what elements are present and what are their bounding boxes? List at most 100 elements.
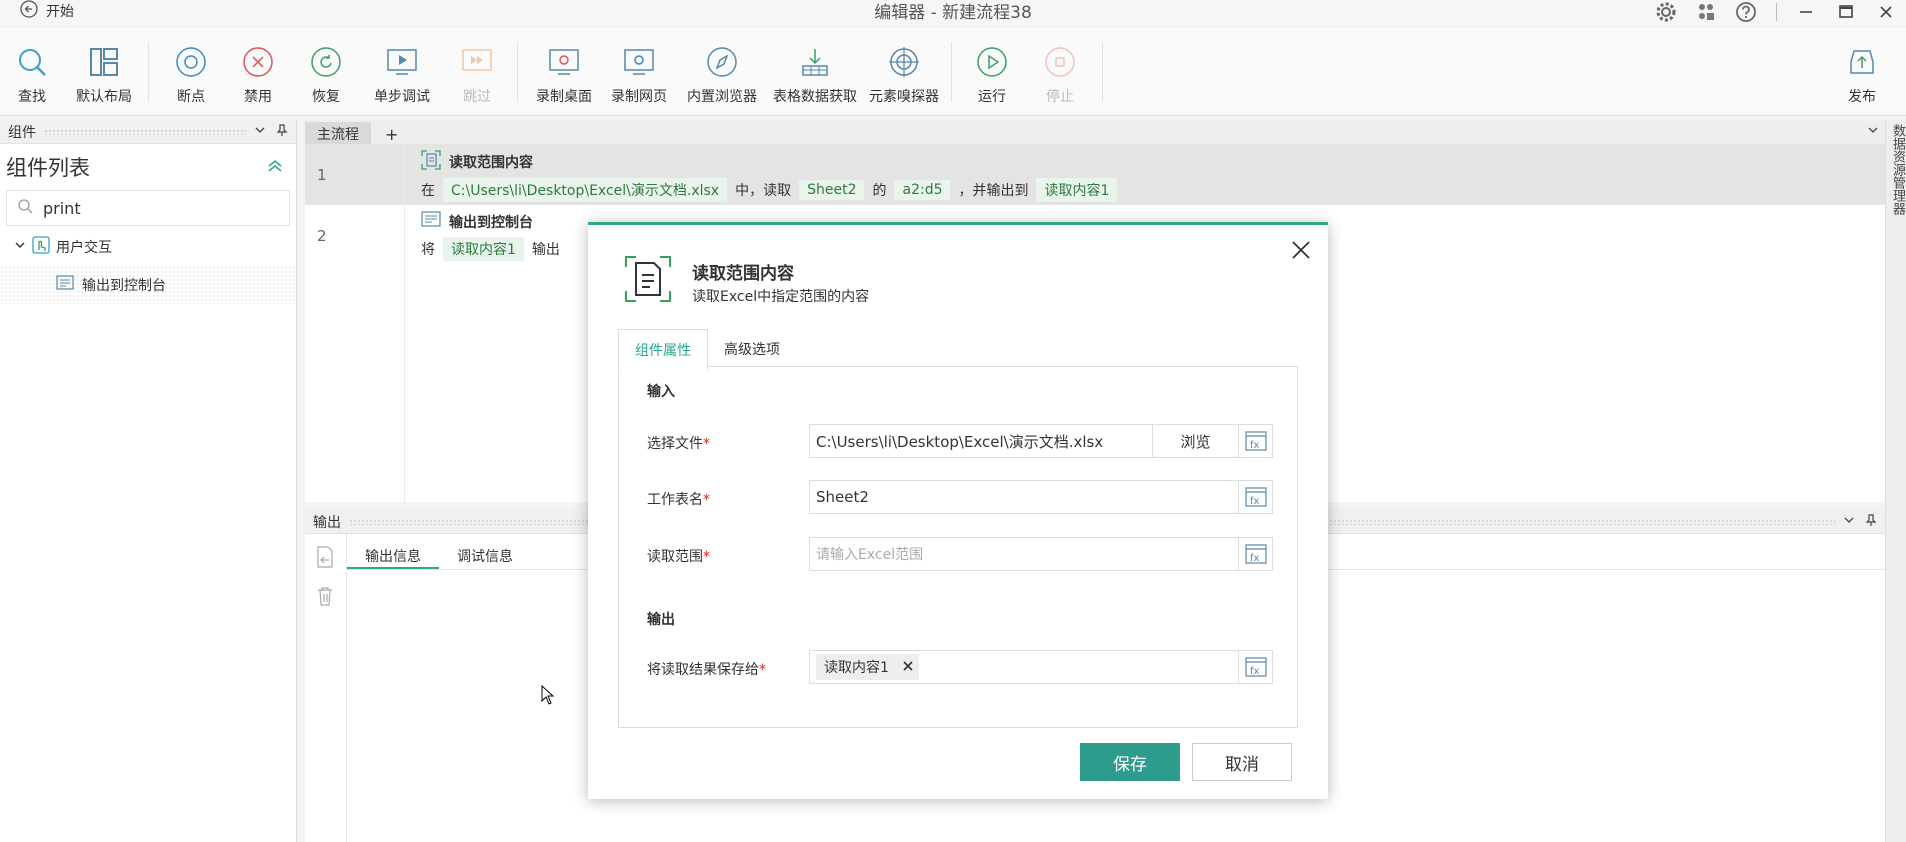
default-layout-button[interactable]: 默认布局 [68, 44, 140, 106]
save-button[interactable]: 保存 [1080, 743, 1180, 781]
flow-step-row[interactable]: 1 读取范围内容 在 C:\Users\li\Desktop\Excel\演示文… [305, 144, 1885, 205]
tab-component-properties[interactable]: 组件属性 [618, 329, 708, 371]
title-bar: 开始 编辑器 - 新建流程38 [0, 0, 1906, 26]
chevron-down-icon[interactable] [1861, 124, 1885, 144]
record-web-icon [621, 44, 657, 80]
range-label: 读取范围* [647, 549, 710, 565]
step-debug-button[interactable]: 单步调试 [366, 44, 438, 106]
minimize-icon[interactable] [1786, 0, 1826, 24]
titlebar-divider [1766, 0, 1786, 24]
output-header-label: 输出 [313, 514, 341, 531]
file-path-chip: C:\Users\li\Desktop\Excel\演示文档.xlsx [443, 178, 728, 202]
run-icon [974, 44, 1010, 80]
step-title: 输出到控制台 [449, 215, 533, 231]
element-sniffer-button[interactable]: 元素嗅探器 [868, 44, 940, 106]
settings-icon[interactable] [1646, 0, 1686, 24]
tree-group-user-interaction[interactable]: 用户交互 [0, 228, 296, 266]
restore-button[interactable]: 恢复 [290, 44, 362, 106]
chevron-down-icon [14, 239, 26, 255]
data-explorer-strip[interactable]: 数据资源管理器 [1885, 120, 1906, 842]
step-debug-icon [384, 44, 420, 80]
range-field[interactable]: 请输入Excel范围 fx [809, 537, 1273, 571]
disable-button[interactable]: 禁用 [222, 44, 294, 106]
svg-text:fx: fx [1250, 440, 1260, 451]
plugin-icon[interactable] [1686, 0, 1726, 24]
window-title: 编辑器 - 新建流程38 [874, 3, 1032, 23]
toolbar-divider [148, 42, 149, 102]
pin-icon[interactable] [276, 123, 288, 140]
var-chip: 读取内容1 [443, 237, 524, 261]
component-panel: 组件 组件列表 print 用户交互 输出到控制台 [0, 120, 297, 842]
output-sidebar [305, 534, 347, 842]
cancel-button[interactable]: 取消 [1192, 743, 1292, 781]
line-gutter [305, 266, 405, 502]
trash-icon[interactable] [316, 586, 346, 610]
save-to-field[interactable]: 读取内容1 fx [809, 650, 1273, 684]
table-data-button[interactable]: 表格数据获取 [773, 44, 857, 106]
builtin-browser-button[interactable]: 内置浏览器 [686, 44, 758, 106]
sheet-chip: Sheet2 [799, 180, 865, 200]
disable-icon [240, 44, 276, 80]
maximize-icon[interactable] [1826, 0, 1866, 24]
chevron-down-icon[interactable] [254, 124, 266, 140]
table-data-icon [797, 44, 833, 80]
export-log-icon[interactable] [315, 546, 346, 572]
svg-text:fx: fx [1250, 553, 1260, 564]
file-value: C:\Users\li\Desktop\Excel\演示文档.xlsx [816, 432, 1104, 451]
editor-tabs: 主流程 + [305, 120, 1885, 144]
step-title: 读取范围内容 [449, 155, 533, 171]
collapse-up-icon[interactable] [266, 156, 284, 180]
component-list-title: 组件列表 [0, 144, 296, 188]
pin-icon[interactable] [1865, 513, 1877, 530]
desc-text: 在 [421, 183, 435, 199]
fx-icon[interactable]: fx [1238, 425, 1272, 457]
breakpoint-button[interactable]: 断点 [155, 44, 227, 106]
desc-text: 将 [421, 242, 435, 258]
add-tab-button[interactable]: + [371, 125, 412, 144]
tree-group-label: 用户交互 [56, 240, 112, 256]
tree-item-output-console[interactable]: 输出到控制台 [0, 266, 296, 304]
chevron-down-icon[interactable] [1843, 514, 1855, 530]
fx-icon[interactable]: fx [1238, 538, 1272, 570]
stop-button[interactable]: 停止 [1024, 44, 1096, 106]
close-icon[interactable] [1288, 237, 1314, 263]
desc-text: 输出 [531, 242, 560, 258]
layout-icon [86, 44, 122, 80]
read-range-icon [421, 150, 441, 174]
input-section-title: 输入 [647, 384, 675, 400]
dialog-subtitle: 读取Excel中指定范围的内容 [692, 289, 870, 305]
tab-output-info[interactable]: 输出信息 [347, 534, 439, 569]
desc-text: ，并输出到 [958, 183, 1029, 199]
help-icon[interactable] [1726, 0, 1766, 24]
tree-item-label: 输出到控制台 [82, 278, 166, 294]
sheet-label: 工作表名* [647, 492, 710, 508]
component-list-title-text: 组件列表 [6, 156, 90, 180]
stop-icon [1042, 44, 1078, 80]
record-desktop-button[interactable]: 录制桌面 [528, 44, 600, 106]
tab-debug-info[interactable]: 调试信息 [439, 534, 531, 569]
dialog-title: 读取范围内容 [692, 264, 794, 284]
find-button[interactable]: 查找 [0, 44, 68, 106]
record-web-button[interactable]: 录制网页 [603, 44, 675, 106]
step-number: 2 [305, 205, 405, 266]
close-window-icon[interactable] [1866, 0, 1906, 24]
dialog-tabs: 组件属性 高级选项 [618, 329, 796, 371]
run-button[interactable]: 运行 [956, 44, 1028, 106]
hand-pointer-icon [32, 236, 50, 258]
fx-icon[interactable]: fx [1238, 481, 1272, 513]
panel-header-label: 组件 [8, 124, 36, 141]
publish-button[interactable]: 发布 [1826, 44, 1898, 106]
desc-text: 的 [872, 183, 887, 199]
fx-icon[interactable]: fx [1238, 651, 1272, 683]
browse-button[interactable]: 浏览 [1152, 425, 1238, 457]
component-search-input[interactable]: print [6, 190, 290, 226]
dialog-footer: 保存 取消 [1080, 743, 1292, 781]
sheet-field[interactable]: Sheet2 fx [809, 480, 1273, 514]
file-field[interactable]: C:\Users\li\Desktop\Excel\演示文档.xlsx 浏览 f… [809, 424, 1273, 458]
remove-tag-icon[interactable] [903, 659, 913, 675]
record-desktop-icon [546, 44, 582, 80]
tab-main-flow[interactable]: 主流程 [305, 122, 371, 144]
skip-button[interactable]: 跳过 [441, 44, 513, 106]
tab-advanced-options[interactable]: 高级选项 [708, 329, 796, 371]
sheet-value: Sheet2 [816, 488, 869, 506]
